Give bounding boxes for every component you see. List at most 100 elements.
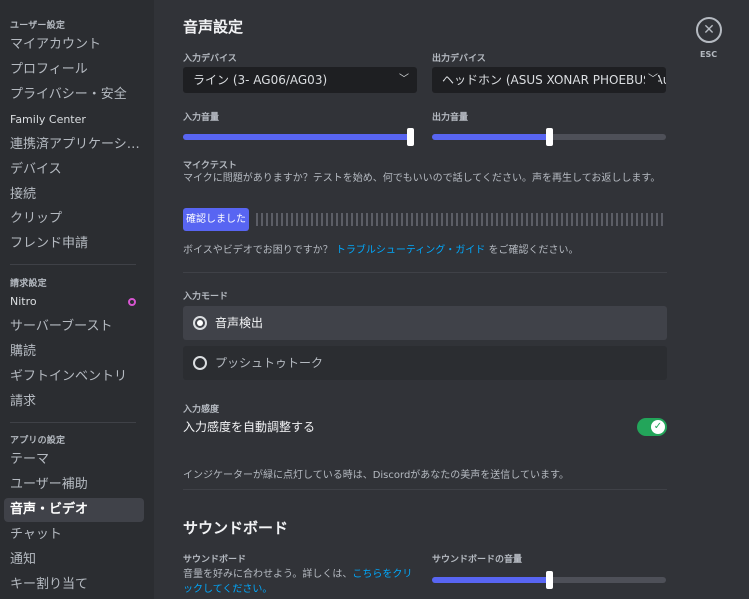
mic-level-bar: [651, 213, 653, 226]
mic-level-bar: [451, 213, 453, 226]
section-divider: [183, 489, 667, 490]
mic-level-bar: [391, 213, 393, 226]
mic-level-bar: [576, 213, 578, 226]
mic-level-bar: [426, 213, 428, 226]
sidebar-header-billing: 請求設定: [10, 279, 47, 289]
sidebar-item-appearance[interactable]: テーマ: [4, 448, 144, 472]
mic-level-bar: [476, 213, 478, 226]
mic-level-bar: [356, 213, 358, 226]
mic-level-bar: [401, 213, 403, 226]
mic-level-bar: [436, 213, 438, 226]
mic-level-bar: [446, 213, 448, 226]
sidebar-item-notifications[interactable]: 通知: [4, 548, 144, 572]
troubleshooting-link[interactable]: トラブルシューティング・ガイド: [336, 245, 485, 256]
push-to-talk-label: プッシュトゥトーク: [215, 356, 324, 370]
sidebar-item-clips[interactable]: クリップ: [4, 207, 144, 231]
mic-level-bar: [661, 213, 663, 226]
sidebar-item-subscriptions[interactable]: 購読: [4, 340, 144, 364]
radio-selected-icon: [193, 316, 207, 330]
mic-level-bar: [411, 213, 413, 226]
soundboard-desc-prefix: 音量を好みに合わせよう。詳しくは、: [183, 569, 353, 580]
mic-level-bar: [621, 213, 623, 226]
sidebar-divider: [10, 422, 136, 423]
sidebar-item-chat[interactable]: チャット: [4, 523, 144, 547]
mic-level-bar: [551, 213, 553, 226]
soundboard-volume-fill: [432, 577, 549, 583]
mic-test-description: マイクに問題がありますか？テストを始め、何でもいいので話してください。声を再生し…: [183, 173, 661, 184]
mic-level-bar: [501, 213, 503, 226]
sidebar-item-connections[interactable]: 接続: [4, 183, 144, 207]
sidebar-item-authorized-apps[interactable]: 連携済アプリケーション: [4, 133, 144, 157]
input-device-select[interactable]: ライン (3- AG06/AG03) ﹀: [183, 67, 417, 93]
output-device-select[interactable]: ヘッドホン (ASUS XONAR PHOEBUS Audio) ﹀: [432, 67, 666, 93]
mic-level-bar: [496, 213, 498, 226]
mic-level-bar: [361, 213, 363, 226]
mic-level-bar: [541, 213, 543, 226]
output-volume-slider[interactable]: [432, 128, 666, 146]
mic-level-bar: [631, 213, 633, 226]
mic-level-bar: [381, 213, 383, 226]
sidebar-item-server-boost[interactable]: サーバーブースト: [4, 315, 144, 339]
input-mode-voice-activity[interactable]: 音声検出: [183, 306, 667, 340]
mic-level-bar: [371, 213, 373, 226]
mic-level-bar: [281, 213, 283, 226]
sidebar-item-keybinds[interactable]: キー割り当て: [4, 573, 144, 597]
input-volume-handle[interactable]: [407, 128, 414, 146]
soundboard-volume-handle[interactable]: [546, 571, 553, 589]
sidebar-item-billing[interactable]: 請求: [4, 390, 144, 414]
close-icon[interactable]: ✕: [696, 17, 722, 43]
mic-level-bar: [396, 213, 398, 226]
input-device-value: ライン (3- AG06/AG03): [193, 73, 328, 87]
mic-level-bar: [646, 213, 648, 226]
mic-level-bar: [296, 213, 298, 226]
sidebar-item-gift-inventory[interactable]: ギフトインベントリ: [4, 365, 144, 389]
auto-sensitivity-label: 入力感度を自動調整する: [183, 420, 316, 434]
esc-label: ESC: [700, 50, 718, 59]
mic-level-bar: [291, 213, 293, 226]
output-device-label: 出力デバイス: [432, 54, 486, 64]
sidebar-item-nitro[interactable]: Nitro: [4, 290, 144, 314]
input-volume-label: 入力音量: [183, 113, 220, 123]
troubleshooting-suffix: をご確認ください。: [488, 245, 579, 256]
mic-level-bar: [431, 213, 433, 226]
output-volume-handle[interactable]: [546, 128, 553, 146]
sidebar-item-voice-video[interactable]: 音声・ビデオ: [4, 498, 144, 522]
sidebar-item-devices[interactable]: デバイス: [4, 158, 144, 182]
troubleshooting-text: ボイスやビデオでお困りですか？ トラブルシューティング・ガイド をご確認ください…: [183, 243, 667, 258]
mic-level-bar: [416, 213, 418, 226]
sidebar-item-accessibility[interactable]: ユーザー補助: [4, 473, 144, 497]
output-device-value: ヘッドホン (ASUS XONAR PHOEBUS Audio): [442, 73, 666, 87]
mic-level-bar: [566, 213, 568, 226]
sidebar-item-nitro-label: Nitro: [10, 295, 37, 308]
sidebar-item-my-account[interactable]: マイアカウント: [4, 33, 144, 57]
mic-test-button[interactable]: 確認しました: [183, 208, 249, 231]
sidebar-item-profile[interactable]: プロフィール: [4, 58, 144, 82]
input-mode-push-to-talk[interactable]: プッシュトゥトーク: [183, 346, 667, 380]
auto-sensitivity-toggle[interactable]: ✓: [637, 418, 667, 436]
mic-level-bar: [586, 213, 588, 226]
output-volume-fill: [432, 134, 549, 140]
mic-level-bar: [456, 213, 458, 226]
mic-level-bar: [556, 213, 558, 226]
output-volume-label: 出力音量: [432, 113, 469, 123]
mic-level-bar: [581, 213, 583, 226]
mic-level-bar: [321, 213, 323, 226]
voice-activity-label: 音声検出: [215, 316, 264, 330]
input-sensitivity-label: 入力感度: [183, 405, 220, 415]
mic-level-bar: [471, 213, 473, 226]
sidebar-item-family-center[interactable]: Family Center: [4, 108, 144, 132]
mic-level-bar: [271, 213, 273, 226]
input-volume-slider[interactable]: [183, 128, 414, 146]
sidebar-item-privacy-safety[interactable]: プライバシー・安全: [4, 83, 144, 107]
radio-unselected-icon: [193, 356, 207, 370]
mic-level-bar: [571, 213, 573, 226]
mic-level-bar: [286, 213, 288, 226]
chevron-down-icon: ﹀: [645, 67, 658, 93]
mic-level-bar: [656, 213, 658, 226]
mic-level-bar: [606, 213, 608, 226]
mic-level-meter: [256, 213, 667, 226]
input-mode-label: 入力モード: [183, 292, 229, 302]
soundboard-volume-slider[interactable]: [432, 571, 666, 589]
sidebar-item-friend-requests[interactable]: フレンド申請: [4, 232, 144, 256]
mic-level-bar: [546, 213, 548, 226]
